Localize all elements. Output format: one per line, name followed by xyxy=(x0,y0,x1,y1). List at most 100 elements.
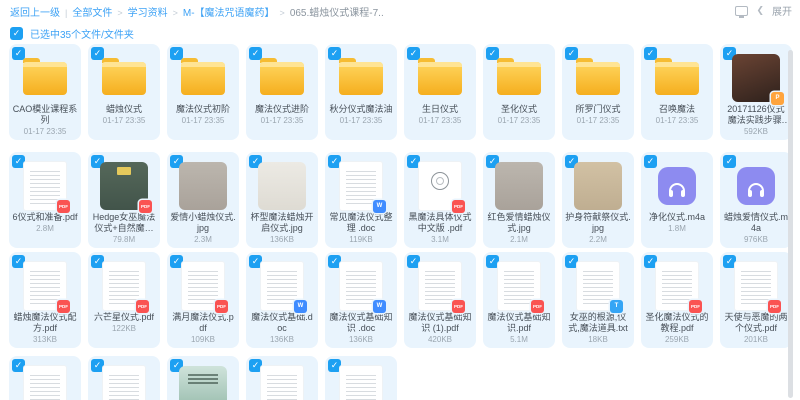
text-lines xyxy=(346,268,376,304)
file-card[interactable]: ✓PDFHedge女巫魔法仪式+自然魔法仪式...79.8M xyxy=(88,152,160,248)
display-icon[interactable] xyxy=(735,6,748,16)
file-card[interactable]: ✓蜡烛爱情仪式.m4a976KB xyxy=(720,152,792,248)
text-lines xyxy=(662,268,692,304)
back-link[interactable]: 返回上一级 xyxy=(10,8,60,19)
folder-card[interactable]: ✓圣化仪式01-17 23:35 xyxy=(483,44,555,140)
breadcrumb-arrow: > xyxy=(280,8,285,18)
doc-badge-icon: W xyxy=(294,300,307,313)
breadcrumb-item-study[interactable]: 学习资料 xyxy=(128,8,168,19)
document-thumbnail: PDF xyxy=(735,262,777,310)
file-card[interactable]: ✓净化仪式.m4a1.8M xyxy=(641,152,713,248)
thumbnail-area xyxy=(562,163,634,209)
folder-card[interactable]: ✓所罗门仪式01-17 23:35 xyxy=(562,44,634,140)
folder-icon xyxy=(102,62,146,95)
file-name: 魔法仪式基础知识.pdf xyxy=(486,312,552,334)
text-lines xyxy=(346,168,376,204)
file-card[interactable]: ✓PDF6仪式和准备.pdf2.8M xyxy=(9,152,81,248)
file-name: 红色爱情蜡烛仪式.jpg xyxy=(486,212,552,234)
file-card[interactable]: ✓PDF天使与恶魔的两个仪式.pdf201KB xyxy=(720,252,792,348)
pdf-badge-icon: PDF xyxy=(215,300,228,313)
thumbnail-area: W xyxy=(246,263,318,309)
file-name: 圣化仪式 xyxy=(486,104,552,115)
file-meta: 01-17 23:35 xyxy=(404,116,476,125)
doc-badge-icon: W xyxy=(373,200,386,213)
folder-card[interactable]: ✓生日仪式01-17 23:35 xyxy=(404,44,476,140)
file-card[interactable]: ✓PDF魔法仪式基础知识 (1).pdf420KB xyxy=(404,252,476,348)
thumbnail-area: PDF xyxy=(88,163,160,209)
file-card[interactable]: ✓PDF xyxy=(9,356,81,400)
breadcrumb-item-all-files[interactable]: 全部文件 xyxy=(72,8,112,19)
file-card[interactable]: ✓P xyxy=(167,356,239,400)
text-lines xyxy=(583,268,613,304)
file-name: 生日仪式 xyxy=(407,104,473,115)
document-thumbnail: PDF xyxy=(261,366,303,400)
thumbnail-area: PDF xyxy=(641,263,713,309)
thumbnail-area xyxy=(167,55,239,101)
file-card[interactable]: ✓PDF黑魔法具体仪式中文版 .pdf3.1M xyxy=(404,152,476,248)
selection-bar: ✓ 已选中35个文件/文件夹 xyxy=(10,26,134,41)
file-name: 召唤魔法 xyxy=(644,104,710,115)
file-name: 魔法仪式基础知识 (1).pdf xyxy=(407,312,473,334)
selection-count-text: 已选中35个文件/文件夹 xyxy=(30,26,134,41)
thumbnail-area: PDF xyxy=(720,263,792,309)
file-meta: 136KB xyxy=(246,235,318,244)
folder-card[interactable]: ✓蜡烛仪式01-17 23:35 xyxy=(88,44,160,140)
file-name: 杯型魔法蜡烛开启仪式.jpg xyxy=(249,212,315,234)
folder-icon xyxy=(497,62,541,95)
file-name: 蜡烛仪式 xyxy=(91,104,157,115)
scrollbar-thumb[interactable] xyxy=(788,50,793,398)
file-card[interactable]: ✓爱情小蜡烛仪式.jpg2.3M xyxy=(167,152,239,248)
item-checkbox[interactable]: ✓ xyxy=(644,155,657,168)
chevron-left-icon: ❮ xyxy=(756,5,764,16)
folder-card[interactable]: ✓召唤魔法01-17 23:35 xyxy=(641,44,713,140)
file-card[interactable]: ✓PDF六芒星仪式.pdf122KB xyxy=(88,252,160,348)
file-name: 净化仪式.m4a xyxy=(644,212,710,223)
file-card[interactable]: ✓W魔法仪式基础.doc136KB xyxy=(246,252,318,348)
file-meta: 2.3M xyxy=(167,235,239,244)
folder-card[interactable]: ✓CAO模业课程系列01-17 23:35 xyxy=(9,44,81,140)
file-card[interactable]: ✓P20171126仪式魔法实践步骤.p...592KB xyxy=(720,44,792,140)
file-meta: 259KB xyxy=(641,335,713,344)
item-checkbox[interactable]: ✓ xyxy=(723,155,736,168)
file-card[interactable]: ✓PDF xyxy=(246,356,318,400)
file-card[interactable]: ✓护身符献祭仪式.jpg2.2M xyxy=(562,152,634,248)
file-card[interactable]: ✓W常见魔法仪式整理 .doc119KB xyxy=(325,152,397,248)
thumbnail-area xyxy=(167,163,239,209)
file-row: ✓PDF蜡烛魔法仪式配方.pdf313KB✓PDF六芒星仪式.pdf122KB✓… xyxy=(9,252,792,348)
folder-icon xyxy=(23,62,67,95)
expand-toggle[interactable]: 展开 xyxy=(772,3,792,18)
seal-drawing xyxy=(431,172,449,190)
file-card[interactable]: ✓PDF蜡烛魔法仪式配方.pdf313KB xyxy=(9,252,81,348)
breadcrumb-bar: 返回上一级|全部文件>学习资料>M-【魔法咒语魔药】>065.蜡烛仪式课程-7.… xyxy=(0,0,800,20)
file-name: 爱情小蜡烛仪式.jpg xyxy=(170,212,236,234)
file-card[interactable]: ✓杯型魔法蜡烛开启仪式.jpg136KB xyxy=(246,152,318,248)
document-thumbnail: PDF xyxy=(24,366,66,400)
image-thumbnail xyxy=(574,162,622,210)
file-card[interactable]: ✓PDF满月魔法仪式.pdf109KB xyxy=(167,252,239,348)
file-card[interactable]: ✓T女巫的根源,仪式,魔法道具.txt18KB xyxy=(562,252,634,348)
folder-card[interactable]: ✓秋分仪式魔法油01-17 23:35 xyxy=(325,44,397,140)
select-all-checkbox[interactable]: ✓ xyxy=(10,27,23,40)
file-meta: 109KB xyxy=(167,335,239,344)
image-thumbnail: P xyxy=(179,366,227,400)
pdf-badge-icon: PDF xyxy=(57,200,70,213)
text-lines xyxy=(109,372,139,400)
folder-icon xyxy=(418,62,462,95)
document-thumbnail: PDF xyxy=(419,262,461,310)
folder-card[interactable]: ✓魔法仪式初阶01-17 23:35 xyxy=(167,44,239,140)
file-card[interactable]: ✓PDF xyxy=(325,356,397,400)
headphones-icon xyxy=(669,183,685,193)
document-thumbnail: PDF xyxy=(103,366,145,400)
file-meta: 136KB xyxy=(246,335,318,344)
folder-card[interactable]: ✓魔法仪式进阶01-17 23:35 xyxy=(246,44,318,140)
text-lines xyxy=(109,268,139,304)
file-card[interactable]: ✓PDF圣化魔法仪式的教程.pdf259KB xyxy=(641,252,713,348)
file-name: 圣化魔法仪式的教程.pdf xyxy=(644,312,710,334)
breadcrumb-item-magic[interactable]: M-【魔法咒语魔药】 xyxy=(183,8,275,19)
file-meta: 01-17 23:35 xyxy=(167,116,239,125)
file-card[interactable]: ✓PDF xyxy=(88,356,160,400)
file-card[interactable]: ✓W魔法仪式基础知识 .doc136KB xyxy=(325,252,397,348)
file-card[interactable]: ✓PDF魔法仪式基础知识.pdf5.1M xyxy=(483,252,555,348)
thumbnail-area xyxy=(9,55,81,101)
file-card[interactable]: ✓红色爱情蜡烛仪式.jpg2.1M xyxy=(483,152,555,248)
